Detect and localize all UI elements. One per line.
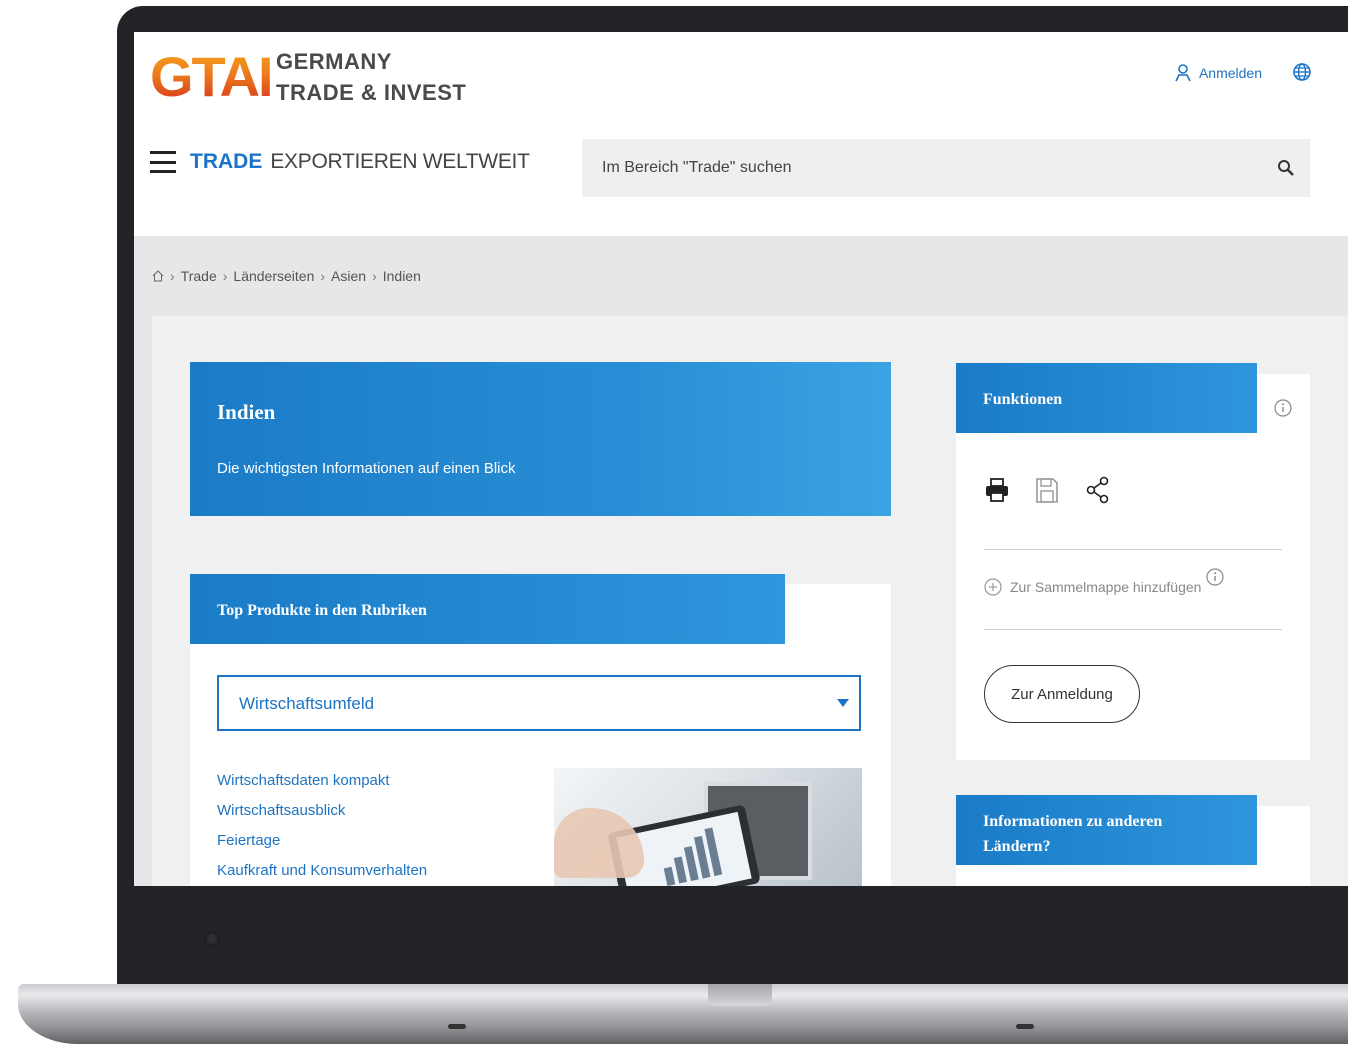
laptop-foot: [448, 1024, 466, 1029]
webcam: [205, 932, 219, 946]
page-subtitle: Die wichtigsten Informationen auf einen …: [217, 460, 516, 477]
divider: [984, 629, 1282, 630]
plus-circle-icon: [984, 578, 1002, 596]
search-icon[interactable]: [1276, 158, 1296, 178]
print-icon[interactable]: [984, 475, 1010, 505]
add-to-collection-label: Zur Sammelmappe hinzufügen: [1010, 579, 1202, 595]
breadcrumb-separator: ›: [372, 268, 377, 284]
breadcrumb-item-laenderseiten[interactable]: Länderseiten: [233, 268, 314, 284]
breadcrumb-separator: ›: [222, 268, 228, 284]
breadcrumb-item-trade[interactable]: Trade: [181, 268, 217, 284]
breadcrumb-separator: ›: [170, 268, 175, 284]
other-countries-heading: Informationen zu anderen Ländern?: [956, 795, 1257, 865]
top-products-heading: Top Produkte in den Rubriken: [190, 574, 785, 644]
save-icon[interactable]: [1034, 475, 1060, 505]
breadcrumb: › Trade › Länderseiten › Asien › Indien: [152, 268, 421, 284]
share-icon[interactable]: [1085, 475, 1111, 505]
breadcrumb-item-asien[interactable]: Asien: [331, 268, 366, 284]
top-products-title: Top Produkte in den Rubriken: [217, 602, 427, 619]
breadcrumb-item-indien: Indien: [382, 268, 421, 284]
user-icon: [1175, 64, 1191, 82]
product-link[interactable]: Feiertage: [217, 826, 427, 856]
divider: [984, 549, 1282, 550]
home-icon[interactable]: [152, 270, 164, 282]
search-input[interactable]: [600, 158, 1264, 178]
search-bar: [582, 139, 1310, 197]
functions-title: Funktionen: [983, 391, 1063, 408]
login-label: Anmelden: [1198, 65, 1262, 81]
category-select[interactable]: Wirtschaftsumfeld: [217, 675, 861, 731]
product-link-list: Wirtschaftsdaten kompakt Wirtschaftsausb…: [217, 766, 427, 886]
logo-line-2: TRADE & INVEST: [276, 80, 467, 105]
logo-wordmark[interactable]: GERMANY TRADE & INVEST: [276, 46, 466, 108]
nav-section-subtitle: EXPORTIEREN WELTWEIT: [270, 150, 530, 173]
other-countries-title: Informationen zu anderen Ländern?: [983, 813, 1163, 855]
country-hero: Indien Die wichtigsten Informationen auf…: [190, 362, 891, 516]
product-link[interactable]: Kaufkraft und Konsumverhalten: [217, 856, 427, 886]
chevron-down-icon: [837, 699, 849, 707]
breadcrumb-separator: ›: [320, 268, 326, 284]
site-header: GTAI GERMANY TRADE & INVEST Anmelden TRA…: [134, 32, 1348, 236]
laptop-base: [18, 984, 1348, 1044]
laptop-screen: GTAI GERMANY TRADE & INVEST Anmelden TRA…: [134, 32, 1348, 886]
info-icon[interactable]: [1206, 568, 1224, 586]
product-link[interactable]: Wirtschaftsausblick: [217, 796, 427, 826]
section-nav: TRADE EXPORTIEREN WELTWEIT: [150, 150, 530, 174]
login-button[interactable]: Zur Anmeldung: [984, 665, 1140, 723]
nav-section-title[interactable]: TRADE: [190, 150, 262, 174]
logo-line-1: GERMANY: [276, 49, 392, 74]
product-link[interactable]: Wirtschaftsdaten kompakt: [217, 766, 427, 796]
gtai-logo[interactable]: GTAI: [150, 44, 274, 109]
login-link[interactable]: Anmelden: [1175, 64, 1262, 82]
photo-hand: [554, 808, 644, 878]
add-to-collection-link[interactable]: Zur Sammelmappe hinzufügen: [984, 578, 1201, 596]
functions-heading: Funktionen: [956, 363, 1257, 433]
laptop-hinge-notch: [708, 984, 772, 1006]
page-title: Indien: [217, 400, 276, 424]
tablet-chart-photo: [554, 768, 862, 886]
hamburger-menu-icon[interactable]: [150, 151, 176, 173]
category-select-value: Wirtschaftsumfeld: [239, 694, 375, 713]
info-icon[interactable]: [1274, 399, 1292, 417]
laptop-foot: [1016, 1024, 1034, 1029]
globe-icon[interactable]: [1292, 62, 1312, 82]
